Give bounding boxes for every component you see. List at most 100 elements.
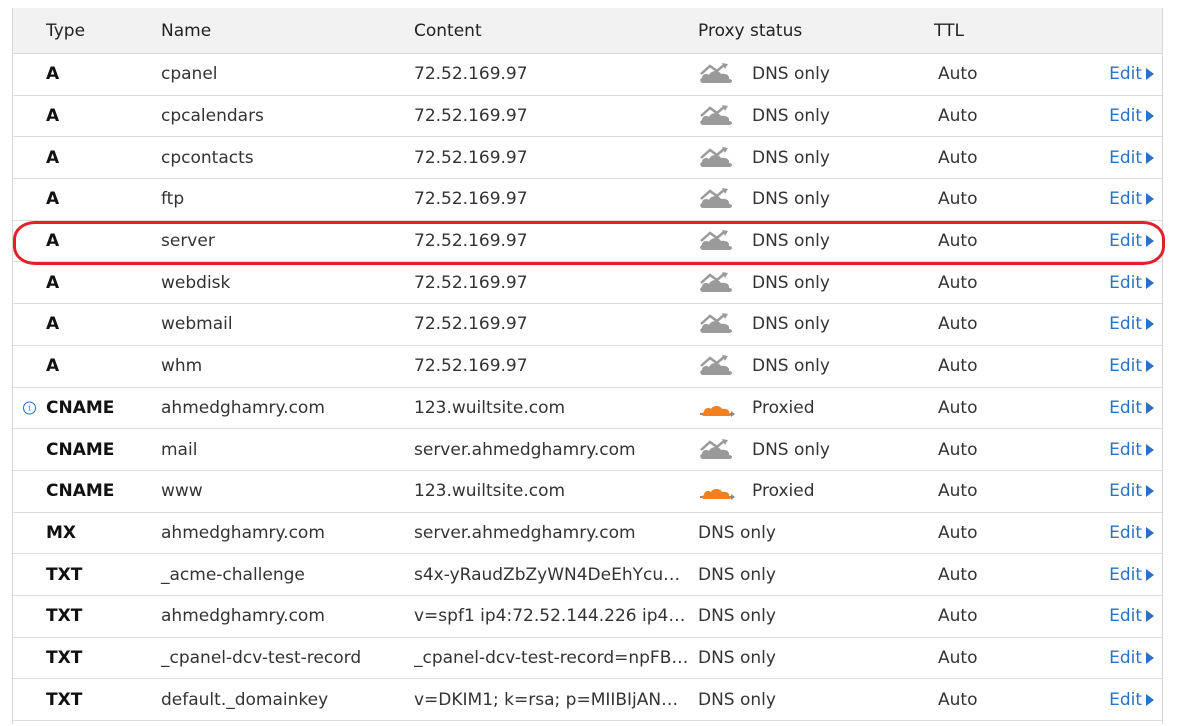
info-icon[interactable]: i	[23, 401, 36, 415]
edit-label[interactable]: Edit	[1109, 648, 1142, 668]
dns-cloud-icon	[698, 229, 752, 253]
caret-right-icon[interactable]	[1146, 151, 1154, 164]
record-ttl: Auto	[938, 356, 978, 377]
edit-label[interactable]: Edit	[1109, 481, 1142, 501]
dns-cloud-icon	[698, 354, 752, 378]
edit-label[interactable]: Edit	[1109, 314, 1142, 334]
proxy-status: DNS only	[698, 690, 776, 710]
proxy-status: DNS only	[698, 187, 830, 211]
edit-link[interactable]: Edit	[1109, 231, 1154, 251]
edit-link[interactable]: Edit	[1109, 273, 1154, 293]
proxy-status-label: DNS only	[752, 356, 830, 377]
record-ttl: Auto	[938, 606, 978, 627]
edit-link[interactable]: Edit	[1109, 481, 1154, 501]
table-row: TXT _cpanel-dcv-test-record _cpanel-dcv-te…	[13, 638, 1162, 680]
edit-link[interactable]: Edit	[1109, 106, 1154, 126]
edit-label[interactable]: Edit	[1109, 606, 1142, 626]
table-row: Acpcalendars 72.52.169.97 DNS only Auto Edit	[13, 96, 1162, 138]
record-name: mail	[161, 439, 198, 460]
edit-link[interactable]: Edit	[1109, 440, 1154, 460]
edit-link[interactable]: Edit	[1109, 690, 1154, 710]
proxy-status: Proxied	[698, 396, 814, 420]
caret-right-icon[interactable]	[1146, 360, 1154, 373]
caret-right-icon[interactable]	[1146, 651, 1154, 664]
record-ttl: Auto	[938, 64, 978, 85]
header-content[interactable]: Content	[414, 21, 482, 41]
proxy-status: DNS only	[698, 312, 830, 336]
edit-label[interactable]: Edit	[1109, 565, 1142, 585]
record-type: A	[46, 272, 60, 293]
edit-label[interactable]: Edit	[1109, 64, 1142, 84]
table-row: MX ahmedghamry.com server.ahmedghamry.com D…	[13, 513, 1162, 555]
edit-link[interactable]: Edit	[1109, 148, 1154, 168]
caret-right-icon[interactable]	[1146, 443, 1154, 456]
record-content: v=DKIM1; k=rsa; p=MIIBIjANBgk...	[414, 689, 689, 710]
header-ttl[interactable]: TTL	[934, 21, 964, 41]
caret-right-icon[interactable]	[1146, 610, 1154, 623]
proxy-status: DNS only	[698, 62, 830, 86]
caret-right-icon[interactable]	[1146, 526, 1154, 539]
edit-label[interactable]: Edit	[1109, 690, 1142, 710]
proxy-status: DNS only	[698, 146, 830, 170]
record-content: server.ahmedghamry.com	[414, 439, 636, 460]
caret-right-icon[interactable]	[1146, 235, 1154, 248]
record-ttl: Auto	[938, 231, 978, 252]
proxy-status: DNS only	[698, 104, 830, 128]
proxy-status-label: DNS only	[752, 106, 830, 127]
caret-right-icon[interactable]	[1146, 110, 1154, 123]
proxy-status-label: DNS only	[698, 689, 776, 710]
table-row: TXT ahmedghamry.com v=spf1 ip4:72.52.144.2…	[13, 596, 1162, 638]
edit-label[interactable]: Edit	[1109, 106, 1142, 126]
edit-link[interactable]: Edit	[1109, 356, 1154, 376]
edit-link[interactable]: Edit	[1109, 648, 1154, 668]
edit-link[interactable]: Edit	[1109, 189, 1154, 209]
record-ttl: Auto	[938, 147, 978, 168]
caret-right-icon[interactable]	[1146, 193, 1154, 206]
table-row: TXT default._domainkey v=DKIM1; k=rsa; p=M…	[13, 679, 1162, 721]
edit-label[interactable]: Edit	[1109, 189, 1142, 209]
proxy-status-label: DNS only	[698, 564, 776, 585]
caret-right-icon[interactable]	[1146, 568, 1154, 581]
header-type[interactable]: Type	[46, 21, 85, 41]
table-row: Aftp 72.52.169.97 DNS only Auto Edit	[13, 179, 1162, 221]
record-name: webdisk	[161, 272, 231, 293]
table-row: Awhm 72.52.169.97 DNS only Auto Edit	[13, 346, 1162, 388]
record-ttl: Auto	[938, 397, 978, 418]
record-ttl: Auto	[938, 189, 978, 210]
edit-label[interactable]: Edit	[1109, 148, 1142, 168]
caret-right-icon[interactable]	[1146, 693, 1154, 706]
edit-label[interactable]: Edit	[1109, 523, 1142, 543]
record-type: MX	[46, 522, 77, 543]
edit-link[interactable]: Edit	[1109, 523, 1154, 543]
header-name[interactable]: Name	[161, 21, 211, 41]
edit-label[interactable]: Edit	[1109, 398, 1142, 418]
proxy-status: DNS only	[698, 648, 776, 668]
caret-right-icon[interactable]	[1146, 485, 1154, 498]
proxy-status: DNS only	[698, 523, 776, 543]
edit-link[interactable]: Edit	[1109, 398, 1154, 418]
edit-link[interactable]: Edit	[1109, 606, 1154, 626]
edit-link[interactable]: Edit	[1109, 314, 1154, 334]
edit-link[interactable]: Edit	[1109, 64, 1154, 84]
edit-label[interactable]: Edit	[1109, 440, 1142, 460]
caret-right-icon[interactable]	[1146, 276, 1154, 289]
record-name: server	[161, 231, 215, 252]
record-type: A	[46, 189, 60, 210]
proxy-status: DNS only	[698, 438, 830, 462]
record-type: CNAME	[46, 397, 115, 418]
record-content: 72.52.169.97	[414, 64, 528, 85]
edit-label[interactable]: Edit	[1109, 356, 1142, 376]
caret-right-icon[interactable]	[1146, 318, 1154, 331]
record-name: _acme-challenge	[161, 564, 305, 585]
edit-link[interactable]: Edit	[1109, 565, 1154, 585]
record-name: ahmedghamry.com	[161, 522, 325, 543]
record-content: v=spf1 ip4:72.52.144.226 ip4:72....	[414, 606, 689, 627]
caret-right-icon[interactable]	[1146, 68, 1154, 81]
record-type: A	[46, 314, 60, 335]
edit-label[interactable]: Edit	[1109, 273, 1142, 293]
header-proxy-status[interactable]: Proxy status	[698, 21, 802, 41]
record-name: cpanel	[161, 64, 218, 85]
record-content: 72.52.169.97	[414, 106, 528, 127]
edit-label[interactable]: Edit	[1109, 231, 1142, 251]
caret-right-icon[interactable]	[1146, 401, 1154, 414]
